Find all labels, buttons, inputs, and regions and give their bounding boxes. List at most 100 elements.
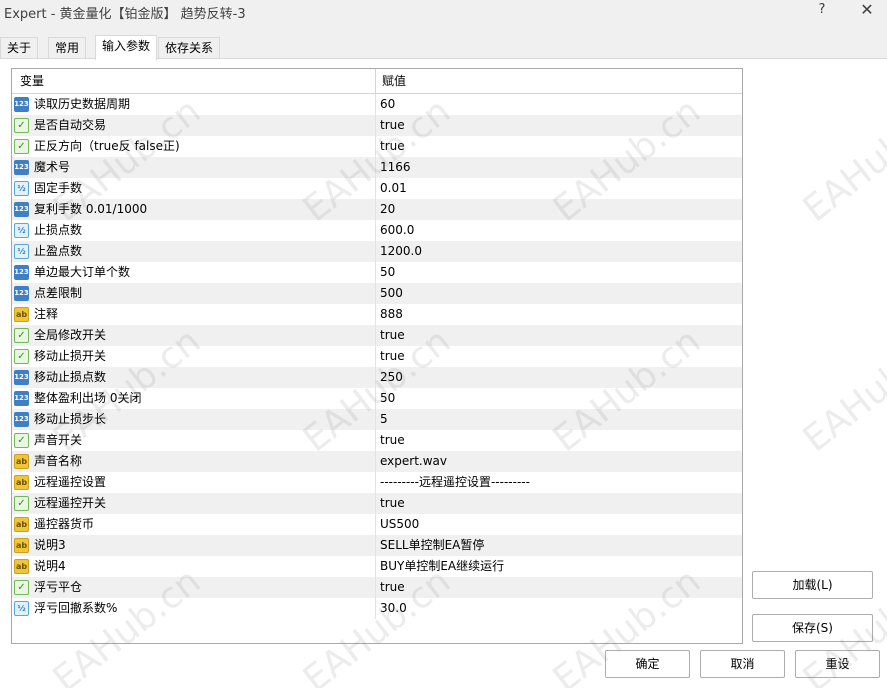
integer-type-icon: 123 bbox=[14, 412, 29, 427]
parameter-row[interactable]: 123 魔术号 1166 bbox=[12, 157, 742, 178]
column-separator bbox=[375, 220, 376, 241]
column-separator bbox=[375, 472, 376, 493]
parameter-row[interactable]: ab 遥控器货币 US500 bbox=[12, 514, 742, 535]
parameter-name: 声音名称 bbox=[34, 454, 83, 468]
parameter-row[interactable]: ab 注释 888 bbox=[12, 304, 742, 325]
parameter-value[interactable]: expert.wav bbox=[380, 451, 447, 472]
parameter-row[interactable]: 123 移动止损步长 5 bbox=[12, 409, 742, 430]
parameter-name: 浮亏平仓 bbox=[34, 580, 83, 594]
parameter-row[interactable]: ab 说明4 BUY单控制EA继续运行 bbox=[12, 556, 742, 577]
parameter-name: 整体盈利出场 0关闭 bbox=[34, 391, 142, 405]
column-separator bbox=[375, 577, 376, 598]
parameter-value[interactable]: 0.01 bbox=[380, 178, 407, 199]
string-type-icon: ab bbox=[14, 307, 29, 322]
column-separator bbox=[375, 262, 376, 283]
parameter-row[interactable]: ½ 止损点数 600.0 bbox=[12, 220, 742, 241]
parameter-row[interactable]: ✓ 全局修改开关 true bbox=[12, 325, 742, 346]
integer-type-icon: 123 bbox=[14, 391, 29, 406]
tab-common[interactable]: 常用 bbox=[48, 37, 87, 59]
cancel-button[interactable]: 取消 bbox=[700, 650, 785, 678]
parameter-value[interactable]: 1166 bbox=[380, 157, 411, 178]
parameter-value[interactable]: BUY单控制EA继续运行 bbox=[380, 556, 504, 577]
parameter-row[interactable]: 123 复利手数 0.01/1000 20 bbox=[12, 199, 742, 220]
parameter-name: 远程遥控设置 bbox=[34, 475, 107, 489]
reset-button[interactable]: 重设 bbox=[795, 650, 880, 678]
parameter-row[interactable]: ✓ 远程遥控开关 true bbox=[12, 493, 742, 514]
boolean-type-icon: ✓ bbox=[14, 580, 29, 595]
column-separator bbox=[375, 556, 376, 577]
double-type-icon: ½ bbox=[14, 181, 29, 196]
parameter-name: 远程遥控开关 bbox=[34, 496, 107, 510]
parameter-value[interactable]: 50 bbox=[380, 388, 395, 409]
parameter-row[interactable]: ✓ 是否自动交易 true bbox=[12, 115, 742, 136]
header-variable[interactable]: 变量 bbox=[20, 69, 44, 93]
column-separator bbox=[375, 535, 376, 556]
parameter-row[interactable]: 123 单边最大订单个数 50 bbox=[12, 262, 742, 283]
parameter-value[interactable]: 600.0 bbox=[380, 220, 414, 241]
double-type-icon: ½ bbox=[14, 223, 29, 238]
parameter-row[interactable]: 123 整体盈利出场 0关闭 50 bbox=[12, 388, 742, 409]
parameter-value[interactable]: true bbox=[380, 136, 405, 157]
parameter-name: 浮亏回撤系数% bbox=[34, 601, 118, 615]
column-separator bbox=[375, 388, 376, 409]
parameter-value[interactable]: 50 bbox=[380, 262, 395, 283]
parameter-row[interactable]: ✓ 正反方向（true反 false正) true bbox=[12, 136, 742, 157]
column-separator bbox=[375, 178, 376, 199]
parameter-value[interactable]: 20 bbox=[380, 199, 395, 220]
parameter-value[interactable]: 500 bbox=[380, 283, 403, 304]
save-button[interactable]: 保存(S) bbox=[752, 614, 873, 642]
parameter-row[interactable]: 123 读取历史数据周期 60 bbox=[12, 94, 742, 115]
parameter-value[interactable]: SELL单控制EA暂停 bbox=[380, 535, 484, 556]
grid-rows: 123 读取历史数据周期 60 ✓ 是否自动交易 true ✓ 正反方向（true反 fals… bbox=[12, 94, 742, 619]
parameter-value[interactable]: true bbox=[380, 115, 405, 136]
parameter-row[interactable]: ½ 止盈点数 1200.0 bbox=[12, 241, 742, 262]
parameter-value[interactable]: 888 bbox=[380, 304, 403, 325]
integer-type-icon: 123 bbox=[14, 265, 29, 280]
parameter-name: 止盈点数 bbox=[34, 244, 83, 258]
parameter-name: 全局修改开关 bbox=[34, 328, 107, 342]
parameter-row[interactable]: ab 声音名称 expert.wav bbox=[12, 451, 742, 472]
parameter-row[interactable]: 123 移动止损点数 250 bbox=[12, 367, 742, 388]
parameter-name: 注释 bbox=[34, 307, 59, 321]
header-value[interactable]: 赋值 bbox=[382, 69, 406, 93]
integer-type-icon: 123 bbox=[14, 160, 29, 175]
parameter-value[interactable]: true bbox=[380, 346, 405, 367]
parameter-value[interactable]: 30.0 bbox=[380, 598, 407, 619]
parameter-row[interactable]: ab 远程遥控设置 ---------远程遥控设置--------- bbox=[12, 472, 742, 493]
parameter-value[interactable]: US500 bbox=[380, 514, 419, 535]
parameter-row[interactable]: ✓ 移动止损开关 true bbox=[12, 346, 742, 367]
help-button[interactable]: ? bbox=[810, 0, 834, 22]
parameter-value[interactable]: true bbox=[380, 577, 405, 598]
close-button[interactable]: ✕ bbox=[855, 0, 879, 22]
inputs-grid[interactable]: 变量 赋值 123 读取历史数据周期 60 ✓ 是否自动交易 true ✓ 正反方向（true… bbox=[11, 68, 743, 644]
parameter-value[interactable]: 1200.0 bbox=[380, 241, 422, 262]
ok-button[interactable]: 确定 bbox=[605, 650, 690, 678]
parameter-row[interactable]: ½ 固定手数 0.01 bbox=[12, 178, 742, 199]
string-type-icon: ab bbox=[14, 517, 29, 532]
parameter-value[interactable]: true bbox=[380, 325, 405, 346]
parameter-value[interactable]: true bbox=[380, 493, 405, 514]
parameter-name: 读取历史数据周期 bbox=[34, 97, 131, 111]
column-separator bbox=[375, 199, 376, 220]
parameter-row[interactable]: ab 说明3 SELL单控制EA暂停 bbox=[12, 535, 742, 556]
parameter-row[interactable]: ✓ 声音开关 true bbox=[12, 430, 742, 451]
parameter-name: 说明3 bbox=[34, 538, 66, 552]
boolean-type-icon: ✓ bbox=[14, 349, 29, 364]
parameter-row[interactable]: ✓ 浮亏平仓 true bbox=[12, 577, 742, 598]
parameter-value[interactable]: ---------远程遥控设置--------- bbox=[380, 472, 530, 493]
integer-type-icon: 123 bbox=[14, 370, 29, 385]
load-button[interactable]: 加载(L) bbox=[752, 571, 873, 599]
parameter-value[interactable]: 5 bbox=[380, 409, 388, 430]
parameter-value[interactable]: 60 bbox=[380, 94, 395, 115]
tab-dependencies[interactable]: 依存关系 bbox=[158, 37, 221, 59]
parameter-row[interactable]: 123 点差限制 500 bbox=[12, 283, 742, 304]
column-separator bbox=[375, 409, 376, 430]
parameter-row[interactable]: ½ 浮亏回撤系数% 30.0 bbox=[12, 598, 742, 619]
header-separator[interactable] bbox=[375, 69, 376, 94]
parameter-value[interactable]: 250 bbox=[380, 367, 403, 388]
tab-about[interactable]: 关于 bbox=[0, 37, 39, 59]
tab-inputs[interactable]: 输入参数 bbox=[95, 35, 158, 60]
column-separator bbox=[375, 94, 376, 115]
parameter-value[interactable]: true bbox=[380, 430, 405, 451]
column-separator bbox=[375, 430, 376, 451]
